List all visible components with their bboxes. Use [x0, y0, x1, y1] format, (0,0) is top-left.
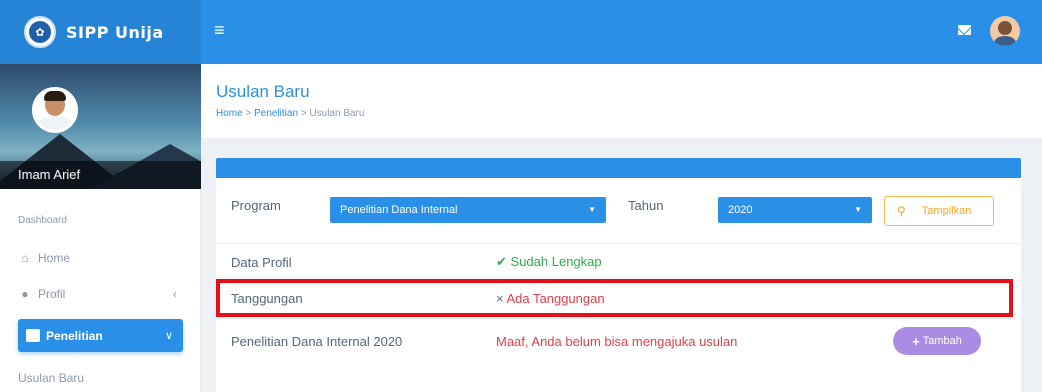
tahun-select[interactable]: 2020 ▼ — [718, 197, 872, 223]
sidebar-section-label: Dashboard — [18, 215, 67, 226]
page-title: Usulan Baru — [216, 82, 310, 101]
profile-banner: Imam Arief — [0, 64, 201, 189]
profile-name[interactable]: Imam Arief — [0, 161, 201, 189]
tampilkan-button[interactable]: ⚲ Tampilkan — [884, 196, 994, 226]
list-icon — [26, 329, 40, 342]
proposal-card: Program Penelitian Dana Internal ▼ Tahun… — [216, 158, 1021, 392]
breadcrumb: Home > Penelitian > Usulan Baru — [216, 108, 365, 119]
sidebar-subitem-usulan-baru[interactable]: Usulan Baru — [18, 371, 84, 385]
card-header — [216, 158, 1021, 178]
page-header: Usulan Baru Home > Penelitian > Usulan B… — [201, 64, 1042, 138]
sidebar-item-profil[interactable]: ● Profil ‹ — [18, 281, 183, 307]
sidebar-item-label: Penelitian — [46, 328, 103, 343]
sidebar-item-penelitian[interactable]: Penelitian ∨ — [18, 319, 183, 352]
university-logo: ✿ — [24, 16, 56, 48]
breadcrumb-current: Usulan Baru — [309, 108, 365, 119]
brand-title: SIPP Unija — [66, 22, 164, 42]
breadcrumb-penelitian[interactable]: Penelitian — [254, 108, 298, 119]
status-message: Maaf, Anda belum bisa mengajuka usulan — [496, 334, 738, 349]
row-label-data-profil: Data Profil — [231, 255, 292, 270]
top-navbar: ✿ SIPP Unija ≡ — [0, 0, 1042, 64]
sidebar-item-home[interactable]: ⌂ Home — [18, 245, 183, 271]
status-sudah-lengkap: ✔ Sudah Lengkap — [496, 254, 602, 269]
check-icon: ✔ — [496, 254, 507, 269]
menu-toggle-icon[interactable]: ≡ — [214, 21, 225, 39]
row-label-penelitian-2020: Penelitian Dana Internal 2020 — [231, 334, 403, 349]
program-label: Program — [231, 198, 281, 213]
chevron-down-icon: ∨ — [164, 330, 173, 342]
chevron-left-icon: ‹ — [173, 287, 177, 301]
caret-down-icon: ▼ — [854, 205, 862, 214]
tambah-button[interactable]: + Tambah — [893, 327, 981, 355]
search-icon: ⚲ — [897, 204, 906, 218]
plus-icon: + — [912, 333, 920, 349]
home-icon: ⌂ — [21, 251, 29, 265]
breadcrumb-home[interactable]: Home — [216, 108, 243, 119]
program-select[interactable]: Penelitian Dana Internal ▼ — [330, 197, 606, 223]
user-icon: ● — [21, 287, 29, 301]
mail-icon[interactable] — [958, 25, 971, 35]
sidebar-item-label: Home — [38, 251, 71, 265]
profile-avatar — [32, 87, 78, 133]
user-avatar[interactable] — [990, 16, 1020, 46]
caret-down-icon: ▼ — [588, 205, 596, 214]
brand[interactable]: ✿ SIPP Unija — [0, 0, 201, 64]
highlight-box — [216, 279, 1013, 317]
tahun-label: Tahun — [628, 198, 664, 213]
sidebar-item-label: Profil — [38, 287, 66, 301]
